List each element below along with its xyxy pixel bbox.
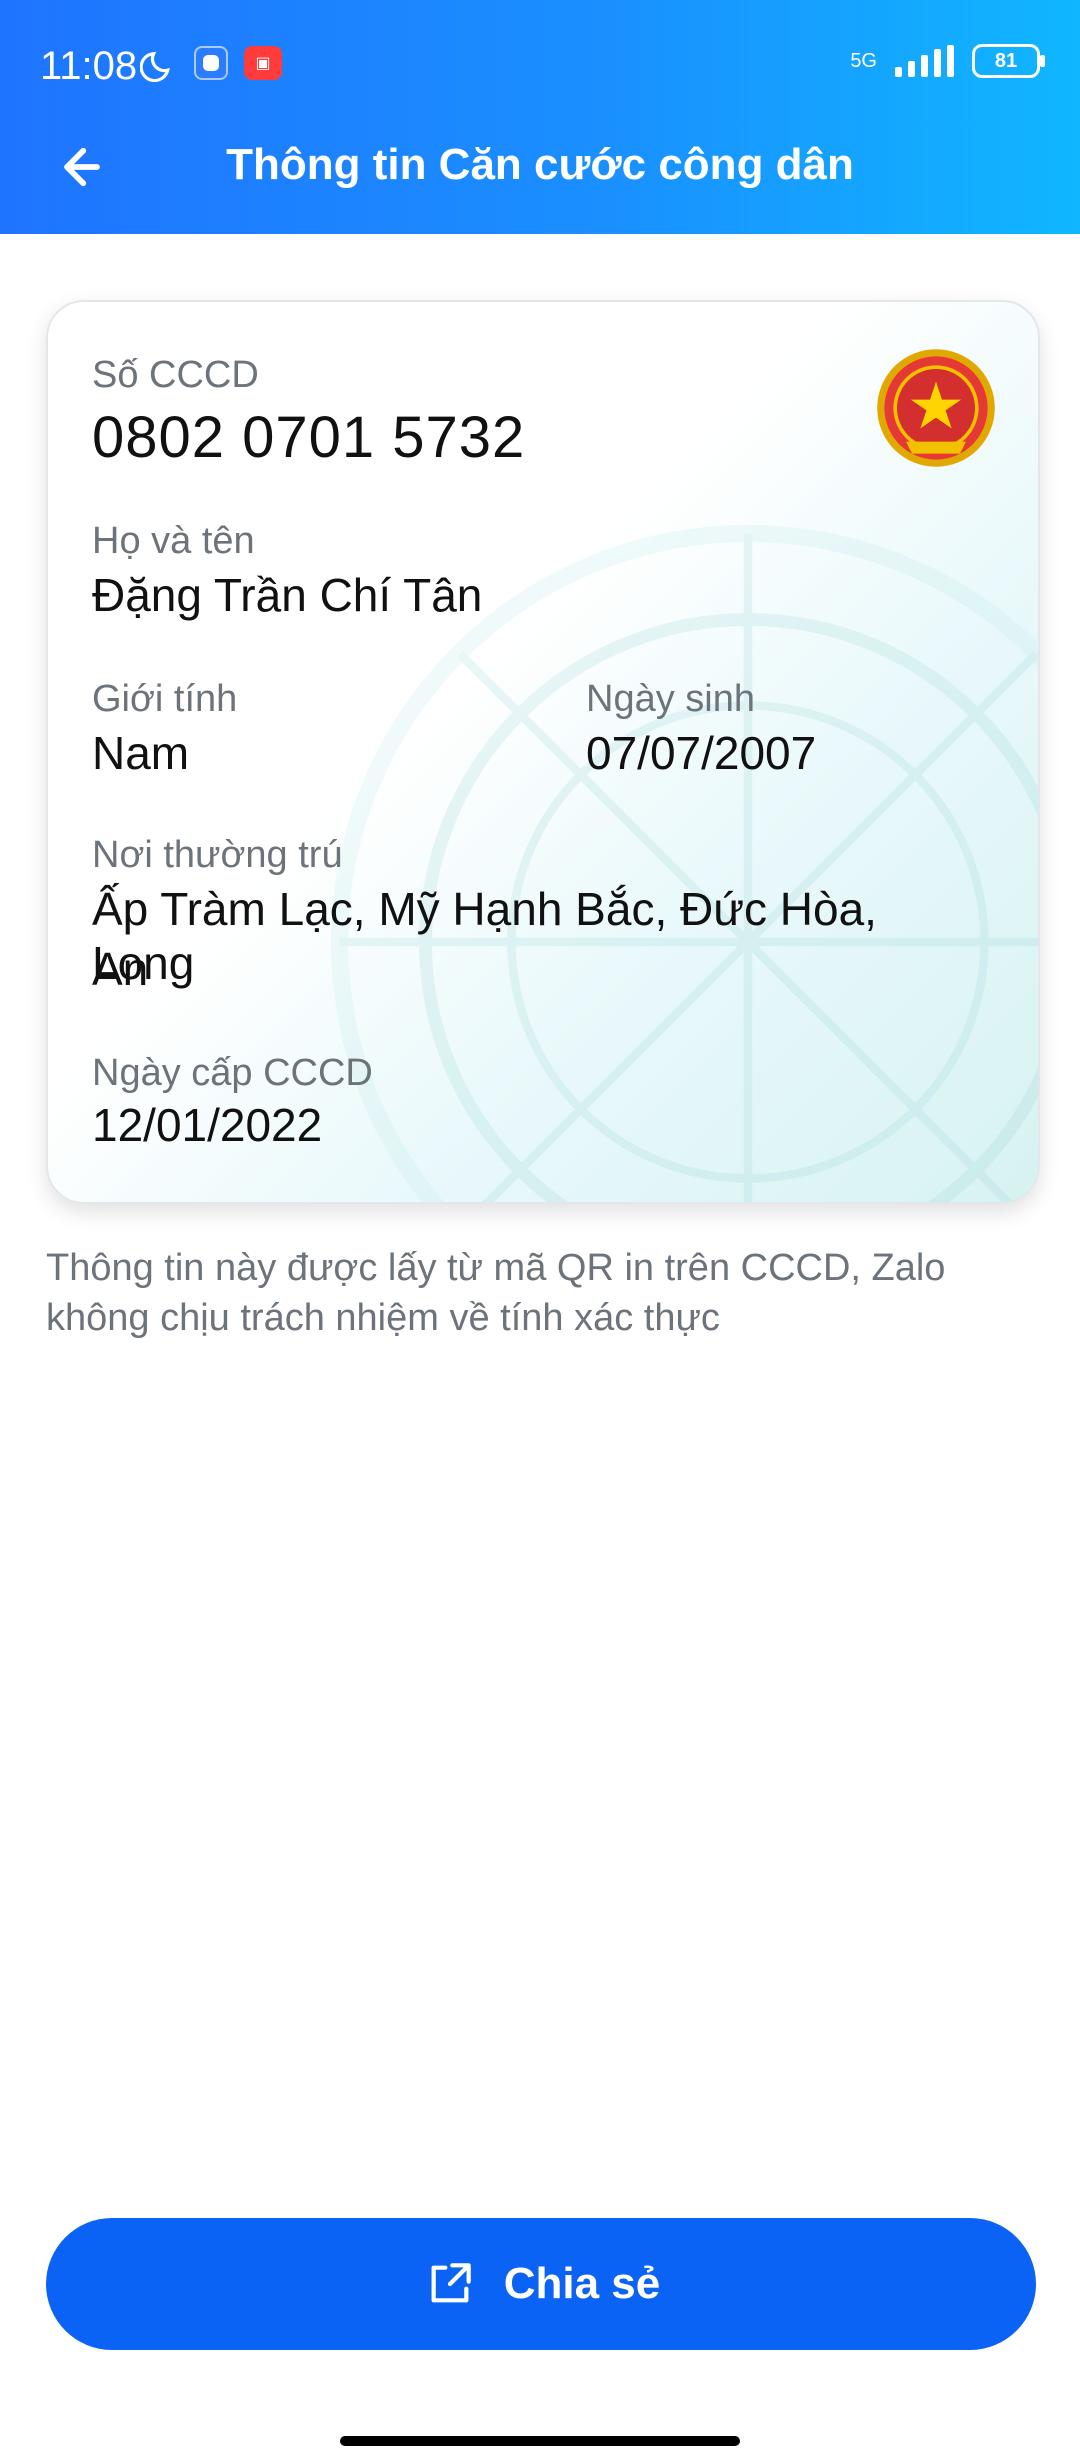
issue-date-value: 12/01/2022 — [92, 1099, 323, 1151]
status-right: 5G 81 — [850, 44, 1045, 78]
dob-value: 07/07/2007 — [586, 727, 817, 779]
id-card: Số CCCD 0802 0701 5732 Họ và tên Đặng Tr… — [46, 300, 1040, 1204]
id-label: Số CCCD — [92, 354, 259, 396]
info-note-line1: Thông tin này được lấy từ mã QR in trên … — [46, 1247, 946, 1289]
address-value-line1: Ấp Tràm Lạc, Mỹ Hạnh Bắc, Đức Hòa, Long — [92, 883, 877, 989]
share-icon — [431, 2263, 471, 2303]
info-note-line2: không chịu trách nhiệm về tính xác thực — [46, 1297, 720, 1339]
address-label: Nơi thường trú — [92, 834, 343, 876]
battery-icon: 81 — [972, 44, 1045, 78]
national-emblem-icon — [877, 349, 995, 467]
id-value: 0802 0701 5732 — [92, 405, 526, 470]
gender-label: Giới tính — [92, 678, 238, 720]
app-notification-icon — [194, 46, 228, 80]
share-button[interactable]: Chia sẻ — [46, 2218, 1036, 2350]
info-note: Thông tin này được lấy từ mã QR in trên … — [46, 1243, 1036, 1343]
app-notification-icon-2: ▣ — [244, 46, 282, 80]
name-value: Đặng Trần Chí Tân — [92, 569, 483, 621]
status-bar: 11:08 ▣ 5G 81 — [0, 0, 1080, 100]
status-left-icons: ▣ — [140, 44, 282, 82]
signal-icon — [895, 45, 954, 77]
name-label: Họ và tên — [92, 520, 255, 562]
network-type: 5G — [850, 50, 877, 72]
issue-date-label: Ngày cấp CCCD — [92, 1052, 373, 1094]
app-header: Thông tin Căn cước công dân — [0, 100, 1080, 234]
home-indicator[interactable] — [340, 2436, 740, 2446]
share-label: Chia sẻ — [503, 2259, 661, 2308]
dob-label: Ngày sinh — [586, 678, 755, 720]
moon-icon — [140, 51, 170, 82]
address-value-line2: An — [92, 943, 149, 995]
gender-value: Nam — [92, 727, 190, 779]
page-title: Thông tin Căn cước công dân — [226, 140, 854, 189]
status-time: 11:08 — [40, 44, 138, 88]
battery-level: 81 — [994, 49, 1018, 72]
